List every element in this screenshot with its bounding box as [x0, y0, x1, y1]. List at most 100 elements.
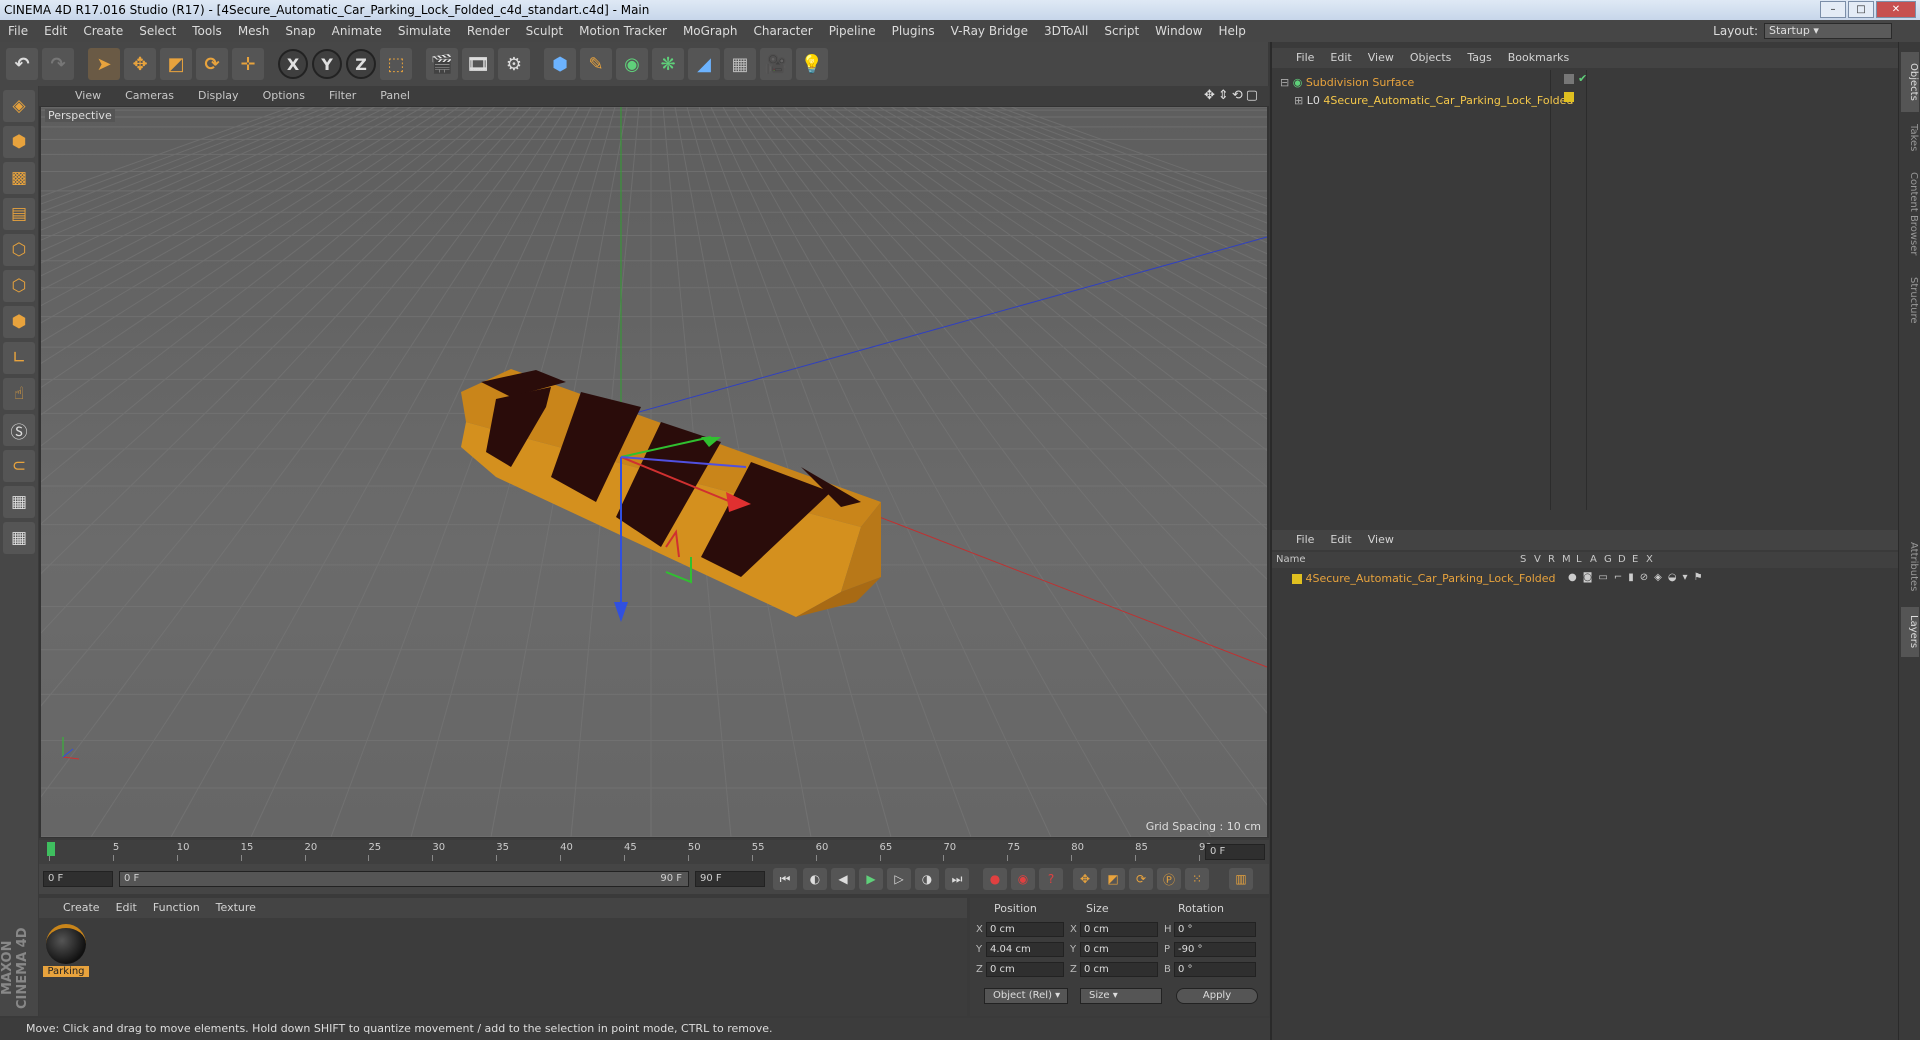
viewport-menu-display[interactable]: Display	[186, 86, 251, 106]
viewport-menu-view[interactable]: View	[63, 86, 113, 106]
objects-menu-objects[interactable]: Objects	[1402, 48, 1460, 68]
undo-icon[interactable]: ↶	[6, 48, 38, 80]
record-keys-icon[interactable]: ●	[983, 868, 1007, 890]
layer-color-tag-icon[interactable]	[1564, 92, 1574, 102]
enabled-check-icon[interactable]: ✔	[1578, 72, 1587, 85]
size-z-field[interactable]: 0 cm	[1080, 962, 1158, 977]
object-row-parking-lock[interactable]: ⊞ L0 4Secure_Automatic_Car_Parking_Lock_…	[1294, 92, 1573, 110]
menu-render[interactable]: Render	[459, 20, 518, 42]
layers-column-m[interactable]: M	[1562, 552, 1571, 568]
menu-sculpt[interactable]: Sculpt	[518, 20, 571, 42]
menu-create[interactable]: Create	[75, 20, 131, 42]
menu-tools[interactable]: Tools	[184, 20, 230, 42]
menu-v-ray-bridge[interactable]: V-Ray Bridge	[943, 20, 1036, 42]
y-axis-lock-icon[interactable]: Y	[312, 49, 342, 79]
points-mode-icon[interactable]: ⬡	[3, 234, 35, 266]
key-pla-icon[interactable]: ⁙	[1185, 868, 1209, 890]
snapping-icon[interactable]: Ⓢ	[3, 414, 35, 446]
keyframe-selection-icon[interactable]: ?	[1039, 868, 1063, 890]
menu-mesh[interactable]: Mesh	[230, 20, 278, 42]
menu-select[interactable]: Select	[131, 20, 184, 42]
menu-mograph[interactable]: MoGraph	[675, 20, 746, 42]
menu-pipeline[interactable]: Pipeline	[821, 20, 884, 42]
objects-menu-view[interactable]: View	[1360, 48, 1402, 68]
material-menu-create[interactable]: Create	[55, 898, 108, 918]
x-axis-lock-icon[interactable]: X	[278, 49, 308, 79]
menu-edit[interactable]: Edit	[36, 20, 75, 42]
maximize-button[interactable]: □	[1848, 1, 1874, 18]
expand-icon[interactable]: ⊞	[1294, 94, 1303, 107]
size-mode-dropdown[interactable]: Size ▾	[1080, 988, 1162, 1004]
material-menu-function[interactable]: Function	[145, 898, 208, 918]
mograph-cloner-icon[interactable]: ❋	[652, 48, 684, 80]
autokeying-icon[interactable]: ◉	[1011, 868, 1035, 890]
objects-menu-bookmarks[interactable]: Bookmarks	[1500, 48, 1577, 68]
layers-column-s[interactable]: S	[1520, 552, 1526, 568]
menu-motion-tracker[interactable]: Motion Tracker	[571, 20, 675, 42]
play-icon[interactable]: ▶	[859, 868, 883, 890]
polygons-mode-icon[interactable]: ⬢	[3, 306, 35, 338]
workplane-mode-icon[interactable]: ▤	[3, 198, 35, 230]
coordinate-system-icon[interactable]: ⬚	[380, 48, 412, 80]
playhead[interactable]	[47, 842, 55, 856]
close-button[interactable]: ✕	[1876, 1, 1916, 18]
menu-character[interactable]: Character	[745, 20, 820, 42]
current-frame-field[interactable]: 0 F	[1205, 844, 1265, 860]
visibility-toggle-icon[interactable]	[1564, 74, 1574, 84]
layers-column-d[interactable]: D	[1618, 552, 1626, 568]
key-position-icon[interactable]: ✥	[1073, 868, 1097, 890]
pen-spline-icon[interactable]: ✎	[580, 48, 612, 80]
edges-mode-icon[interactable]: ⬡	[3, 270, 35, 302]
rotation-h-field[interactable]: 0 °	[1174, 922, 1256, 937]
viewport-menu-options[interactable]: Options	[251, 86, 317, 106]
key-parameter-icon[interactable]: Ⓟ	[1157, 868, 1181, 890]
tab-objects[interactable]: Objects	[1901, 52, 1919, 112]
objects-menu-tags[interactable]: Tags	[1459, 48, 1499, 68]
select-tool-icon[interactable]: ➤	[88, 48, 120, 80]
expand-icon[interactable]: ⊟	[1280, 76, 1289, 89]
menu-plugins[interactable]: Plugins	[884, 20, 943, 42]
render-picture-viewer-icon[interactable]: 🎞	[462, 48, 494, 80]
layer-flag-icons[interactable]: ●◙▭⌐▮⊘◈◒▾⚑	[1568, 572, 1709, 583]
lock-workplane-icon[interactable]: ▦	[3, 486, 35, 518]
viewport-navigation-icons[interactable]: ✥⇕⟲▢	[1204, 86, 1261, 106]
texture-mode-icon[interactable]: ▩	[3, 162, 35, 194]
magnet-icon[interactable]: ⊂	[3, 450, 35, 482]
layers-column-l[interactable]: L	[1576, 552, 1582, 568]
key-rotation-icon[interactable]: ⟳	[1129, 868, 1153, 890]
objects-menu-edit[interactable]: Edit	[1322, 48, 1359, 68]
tab-content-browser[interactable]: Content Browser	[1901, 164, 1919, 264]
live-selection-icon[interactable]: ✛	[232, 48, 264, 80]
start-frame-field[interactable]: 0 F	[43, 871, 113, 887]
layout-dropdown[interactable]: Startup ▾	[1764, 23, 1892, 39]
viewport-menu-filter[interactable]: Filter	[317, 86, 368, 106]
position-x-field[interactable]: 0 cm	[986, 922, 1064, 937]
viewport-3d[interactable]: Perspective Grid Spacing : 10 cm	[41, 107, 1267, 837]
render-settings-icon[interactable]: ⚙	[498, 48, 530, 80]
key-scale-icon[interactable]: ◩	[1101, 868, 1125, 890]
cube-primitive-icon[interactable]: ⬢	[544, 48, 576, 80]
move-tool-icon[interactable]: ✥	[124, 48, 156, 80]
go-to-start-icon[interactable]: ⏮	[773, 868, 797, 890]
layers-menu-edit[interactable]: Edit	[1322, 530, 1359, 550]
rotation-b-field[interactable]: 0 °	[1174, 962, 1256, 977]
layers-column-e[interactable]: E	[1632, 552, 1638, 568]
axis-mode-icon[interactable]: ∟	[3, 342, 35, 374]
rotation-p-field[interactable]: -90 °	[1174, 942, 1256, 957]
previous-frame-icon[interactable]: ◀	[831, 868, 855, 890]
position-z-field[interactable]: 0 cm	[986, 962, 1064, 977]
layers-column-r[interactable]: R	[1548, 552, 1555, 568]
camera-icon[interactable]: 🎥	[760, 48, 792, 80]
layers-column-a[interactable]: A	[1590, 552, 1597, 568]
apply-button[interactable]: Apply	[1176, 988, 1258, 1004]
menu-snap[interactable]: Snap	[277, 20, 323, 42]
next-key-icon[interactable]: ◑	[915, 868, 939, 890]
material-menu-edit[interactable]: Edit	[108, 898, 145, 918]
menu-help[interactable]: Help	[1210, 20, 1253, 42]
light-icon[interactable]: 💡	[796, 48, 828, 80]
menu-window[interactable]: Window	[1147, 20, 1210, 42]
layer-row[interactable]: 4Secure_Automatic_Car_Parking_Lock_Folde…	[1292, 570, 1556, 588]
z-axis-lock-icon[interactable]: Z	[346, 49, 376, 79]
next-frame-icon[interactable]: ▷	[887, 868, 911, 890]
model-mode-icon[interactable]: ⬢	[3, 126, 35, 158]
